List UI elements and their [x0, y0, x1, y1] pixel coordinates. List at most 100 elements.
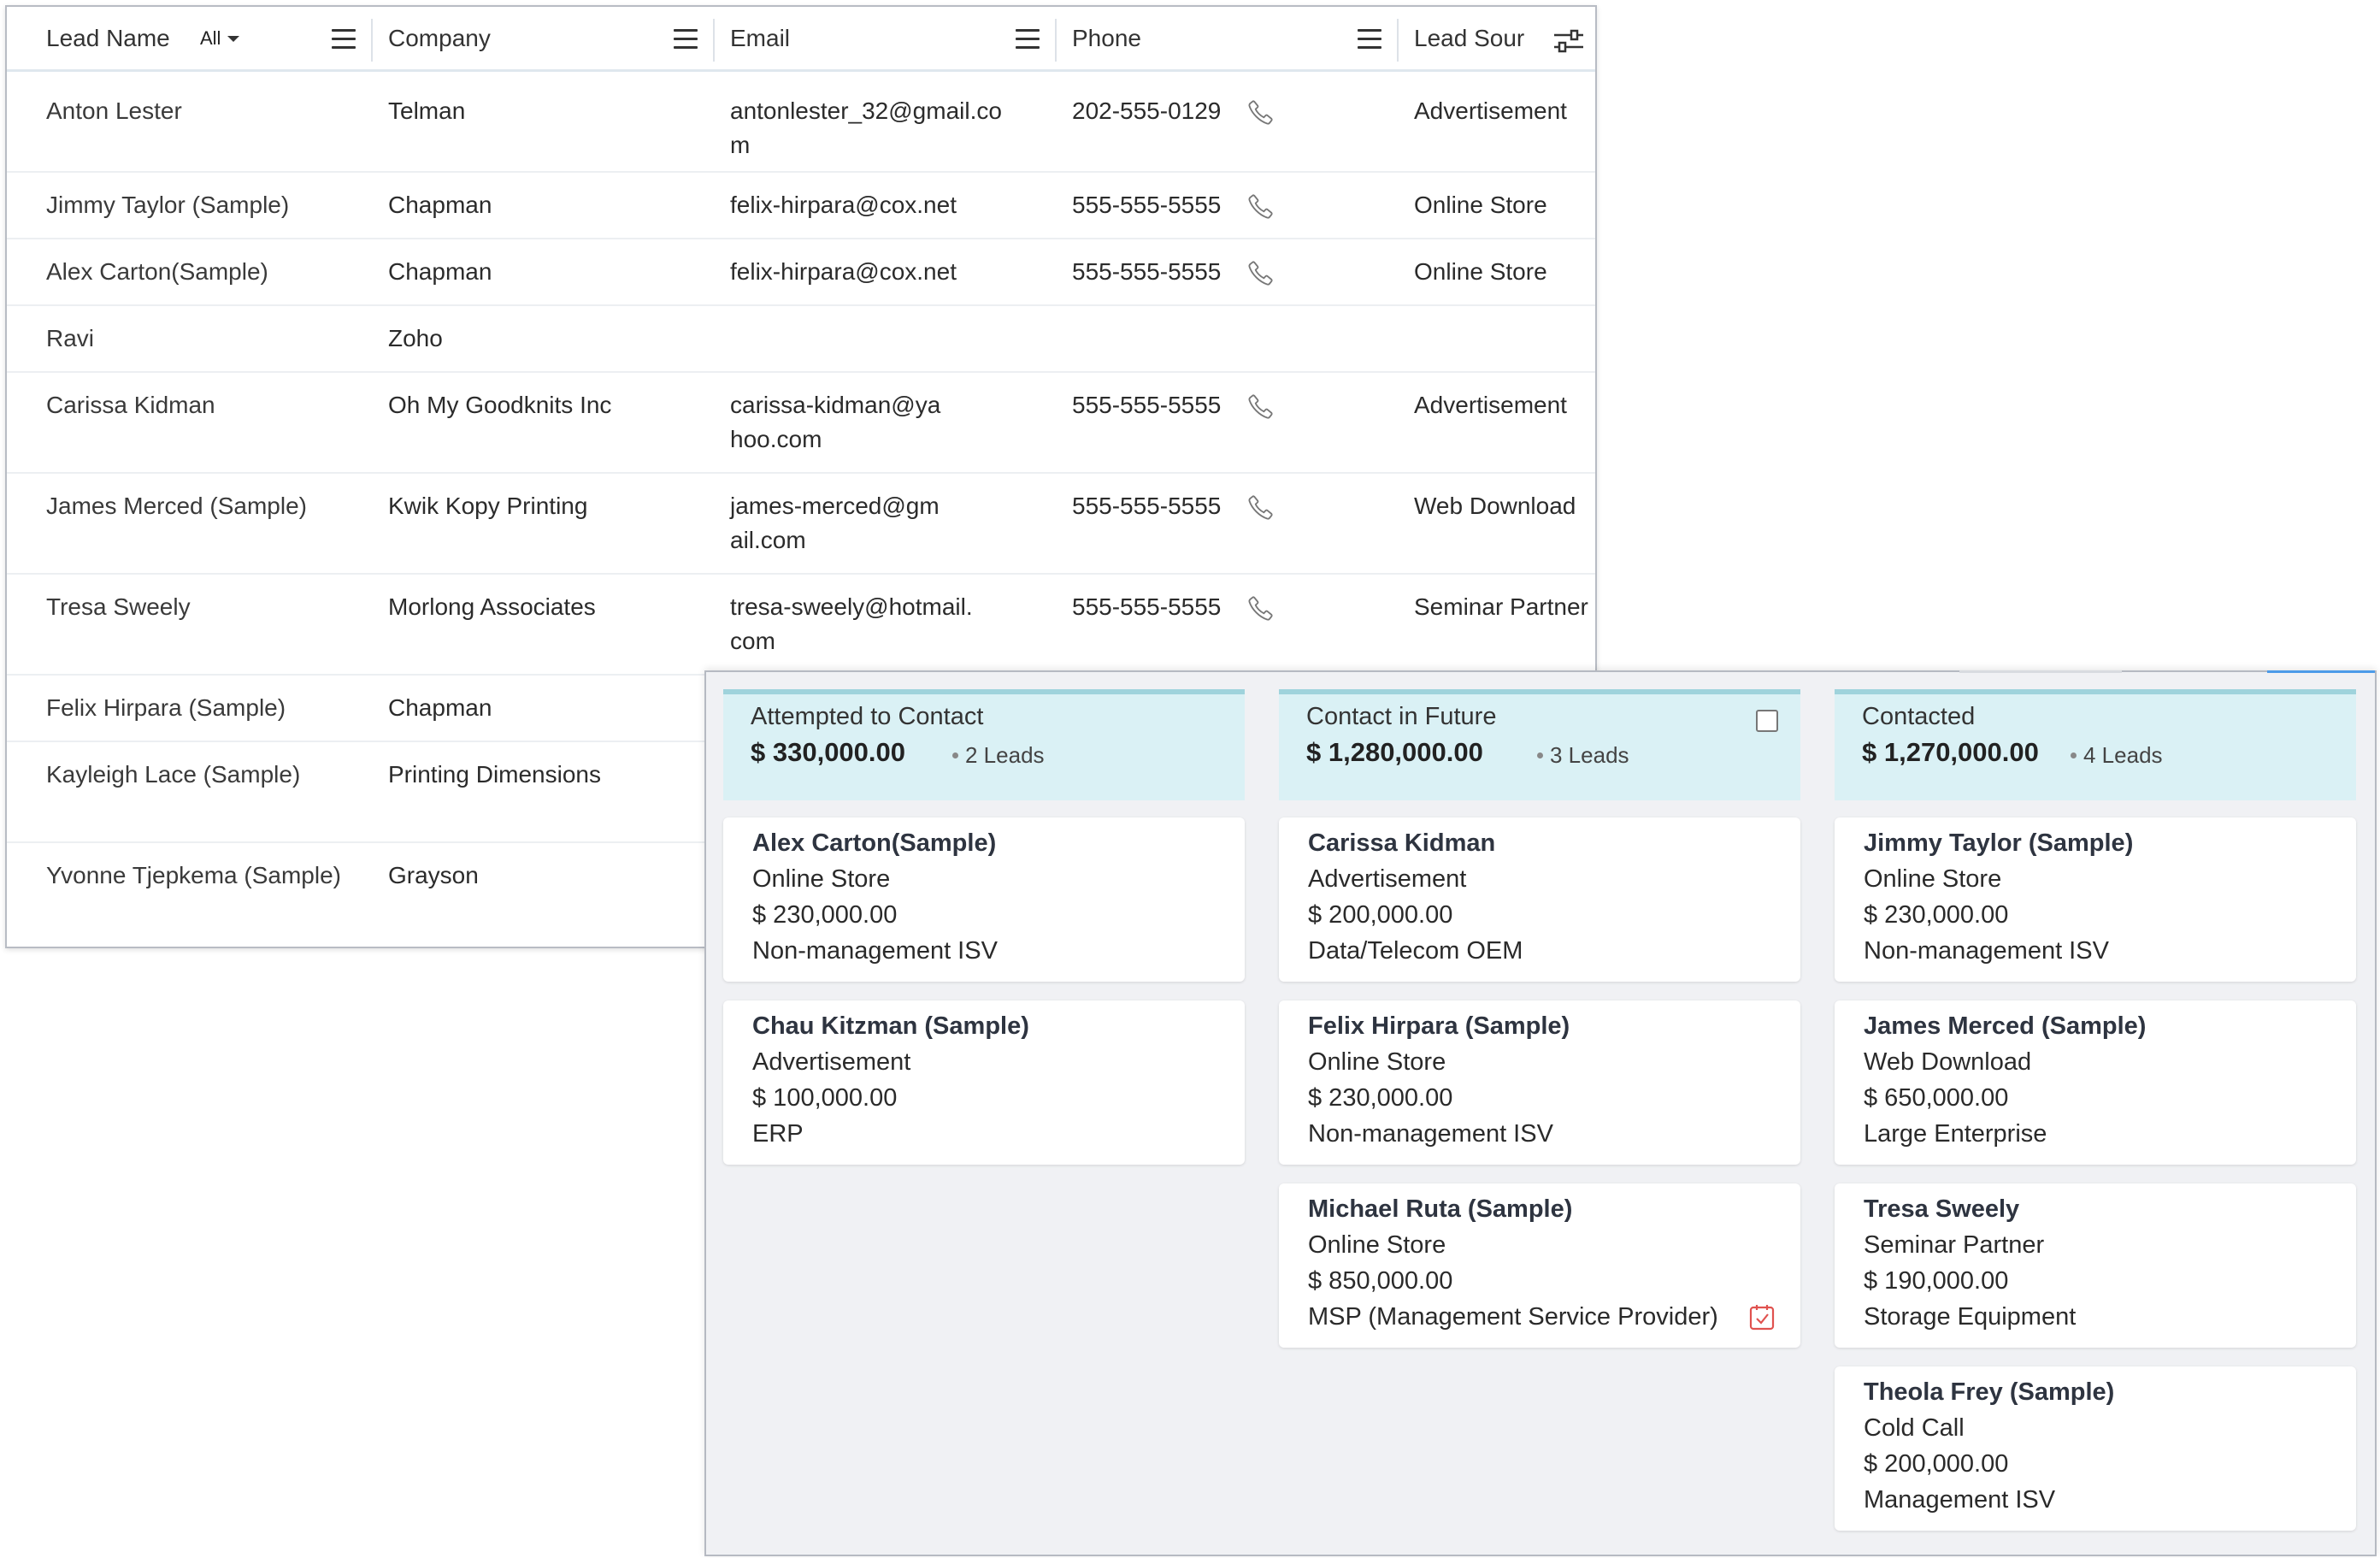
company: Kwik Kopy Printing — [388, 493, 588, 519]
company: Chapman — [388, 258, 492, 285]
table-row[interactable]: Ravi Zoho — [7, 306, 1595, 373]
column-settings-icon[interactable] — [1552, 29, 1585, 53]
dot-separator — [1537, 752, 1543, 758]
phone-icon[interactable] — [1246, 392, 1275, 421]
lead-filter-label: All — [200, 27, 221, 49]
card-lead-name[interactable]: Jimmy Taylor (Sample) — [1864, 829, 2133, 858]
card-lead-source: Advertisement — [1308, 865, 1467, 893]
lead-name[interactable]: Alex Carton(Sample) — [46, 255, 268, 289]
table-row[interactable]: James Merced (Sample) Kwik Kopy Printing… — [7, 474, 1595, 575]
kanban-card[interactable]: Chau Kitzman (Sample) Advertisement $ 10… — [723, 1000, 1245, 1165]
table-row[interactable]: Carissa Kidman Oh My Goodknits Inc caris… — [7, 373, 1595, 474]
lead-name[interactable]: Jimmy Taylor (Sample) — [46, 188, 289, 222]
card-lead-name[interactable]: Theola Frey (Sample) — [1864, 1378, 2114, 1407]
card-amount: $ 190,000.00 — [1864, 1267, 2009, 1295]
lead-source: Advertisement — [1414, 392, 1567, 418]
menu-icon[interactable] — [674, 29, 698, 50]
email[interactable]: felix-hirpara@cox.net — [730, 255, 1021, 289]
kanban-card[interactable]: Alex Carton(Sample) Online Store $ 230,0… — [723, 817, 1245, 982]
header-email[interactable]: Email — [730, 7, 790, 70]
menu-icon[interactable] — [1016, 29, 1040, 50]
phone: 555-555-5555 — [1072, 392, 1222, 418]
task-icon[interactable] — [1749, 1303, 1775, 1331]
lead-name[interactable]: Anton Lester — [46, 94, 182, 128]
card-lead-name[interactable]: Michael Ruta (Sample) — [1308, 1195, 1572, 1224]
phone-icon[interactable] — [1246, 493, 1275, 522]
column-count-label: 3 Leads — [1550, 742, 1629, 768]
table-row[interactable]: Tresa Sweely Morlong Associates tresa-sw… — [7, 575, 1595, 676]
card-amount: $ 100,000.00 — [752, 1084, 898, 1112]
company: Telman — [388, 97, 466, 124]
scroll-indicator-active[interactable] — [2267, 670, 2375, 673]
lead-source: Online Store — [1414, 258, 1547, 285]
email[interactable]: tresa-sweely@hotmail.com — [730, 590, 978, 658]
column-count: 3 Leads — [1537, 742, 1629, 769]
header-phone[interactable]: Phone — [1072, 7, 1141, 70]
phone-icon[interactable] — [1246, 192, 1275, 221]
lead-name[interactable]: Carissa Kidman — [46, 388, 215, 422]
lead-source: Web Download — [1414, 493, 1576, 519]
card-lead-name[interactable]: Carissa Kidman — [1308, 829, 1495, 858]
checkbox-icon[interactable] — [1756, 710, 1778, 732]
leads-kanban-view: Attempted to Contact $ 330,000.00 2 Lead… — [704, 670, 2377, 1556]
company: Grayson — [388, 862, 479, 888]
header-company[interactable]: Company — [388, 7, 491, 70]
phone: 555-555-5555 — [1072, 593, 1222, 620]
phone-icon[interactable] — [1246, 593, 1275, 623]
card-lead-name[interactable]: James Merced (Sample) — [1864, 1012, 2146, 1041]
table-row[interactable]: Alex Carton(Sample) Chapman felix-hirpar… — [7, 239, 1595, 306]
card-industry: Non-management ISV — [1308, 1120, 1553, 1148]
card-lead-source: Web Download — [1864, 1048, 2032, 1076]
email[interactable]: antonlester_32@gmail.com — [730, 94, 1021, 162]
lead-source: Advertisement — [1414, 97, 1567, 124]
lead-filter-dropdown[interactable]: All — [200, 27, 240, 50]
kanban-card[interactable]: Felix Hirpara (Sample) Online Store $ 23… — [1279, 1000, 1800, 1165]
phone-icon[interactable] — [1246, 97, 1275, 127]
table-row[interactable]: Jimmy Taylor (Sample) Chapman felix-hirp… — [7, 173, 1595, 239]
kanban-card[interactable]: Theola Frey (Sample) Cold Call $ 200,000… — [1835, 1366, 2356, 1531]
card-amount: $ 200,000.00 — [1864, 1450, 2009, 1478]
lead-name[interactable]: Yvonne Tjepkema (Sample) — [46, 859, 341, 893]
header-lead-name[interactable]: Lead Name — [46, 7, 170, 70]
column-count-label: 2 Leads — [965, 742, 1045, 768]
kanban-column-header: Contact in Future $ 1,280,000.00 3 Leads — [1279, 689, 1800, 800]
card-industry: Large Enterprise — [1864, 1120, 2047, 1148]
card-industry: Data/Telecom OEM — [1308, 937, 1523, 965]
card-lead-name[interactable]: Chau Kitzman (Sample) — [752, 1012, 1029, 1041]
column-title: Contacted — [1862, 703, 1976, 730]
email[interactable]: felix-hirpara@cox.net — [730, 188, 1021, 222]
lead-source: Online Store — [1414, 192, 1547, 218]
email[interactable]: carissa-kidman@yahoo.com — [730, 388, 944, 457]
column-count-label: 4 Leads — [2083, 742, 2163, 768]
kanban-card[interactable]: Michael Ruta (Sample) Online Store $ 850… — [1279, 1183, 1800, 1348]
column-sum: $ 330,000.00 — [751, 737, 906, 767]
kanban-card[interactable]: Jimmy Taylor (Sample) Online Store $ 230… — [1835, 817, 2356, 982]
column-divider — [713, 19, 715, 62]
card-lead-source: Online Store — [1308, 1231, 1446, 1259]
card-lead-name[interactable]: Tresa Sweely — [1864, 1195, 2019, 1224]
lead-name[interactable]: Ravi — [46, 322, 94, 356]
kanban-card[interactable]: Carissa Kidman Advertisement $ 200,000.0… — [1279, 817, 1800, 982]
phone-icon[interactable] — [1246, 258, 1275, 287]
scroll-indicator — [1959, 670, 2122, 673]
column-divider — [371, 19, 373, 62]
card-lead-name[interactable]: Alex Carton(Sample) — [752, 829, 996, 858]
menu-icon[interactable] — [1358, 29, 1381, 50]
header-lead-source[interactable]: Lead Sour — [1414, 7, 1530, 70]
dot-separator — [2071, 752, 2077, 758]
menu-icon[interactable] — [332, 29, 356, 50]
kanban-card[interactable]: James Merced (Sample) Web Download $ 650… — [1835, 1000, 2356, 1165]
card-lead-name[interactable]: Felix Hirpara (Sample) — [1308, 1012, 1570, 1041]
company: Printing Dimensions — [388, 761, 601, 788]
lead-name[interactable]: James Merced (Sample) — [46, 489, 307, 523]
lead-name[interactable]: Felix Hirpara (Sample) — [46, 691, 286, 725]
email[interactable]: james-merced@gmail.com — [730, 489, 944, 558]
card-amount: $ 230,000.00 — [752, 901, 898, 929]
card-industry: Storage Equipment — [1864, 1303, 2077, 1331]
card-lead-source: Cold Call — [1864, 1414, 1965, 1442]
column-count: 2 Leads — [952, 742, 1045, 769]
lead-name[interactable]: Kayleigh Lace (Sample) — [46, 758, 300, 792]
lead-name[interactable]: Tresa Sweely — [46, 590, 191, 624]
table-row[interactable]: Anton Lester Telman antonlester_32@gmail… — [7, 72, 1595, 173]
kanban-card[interactable]: Tresa Sweely Seminar Partner $ 190,000.0… — [1835, 1183, 2356, 1348]
